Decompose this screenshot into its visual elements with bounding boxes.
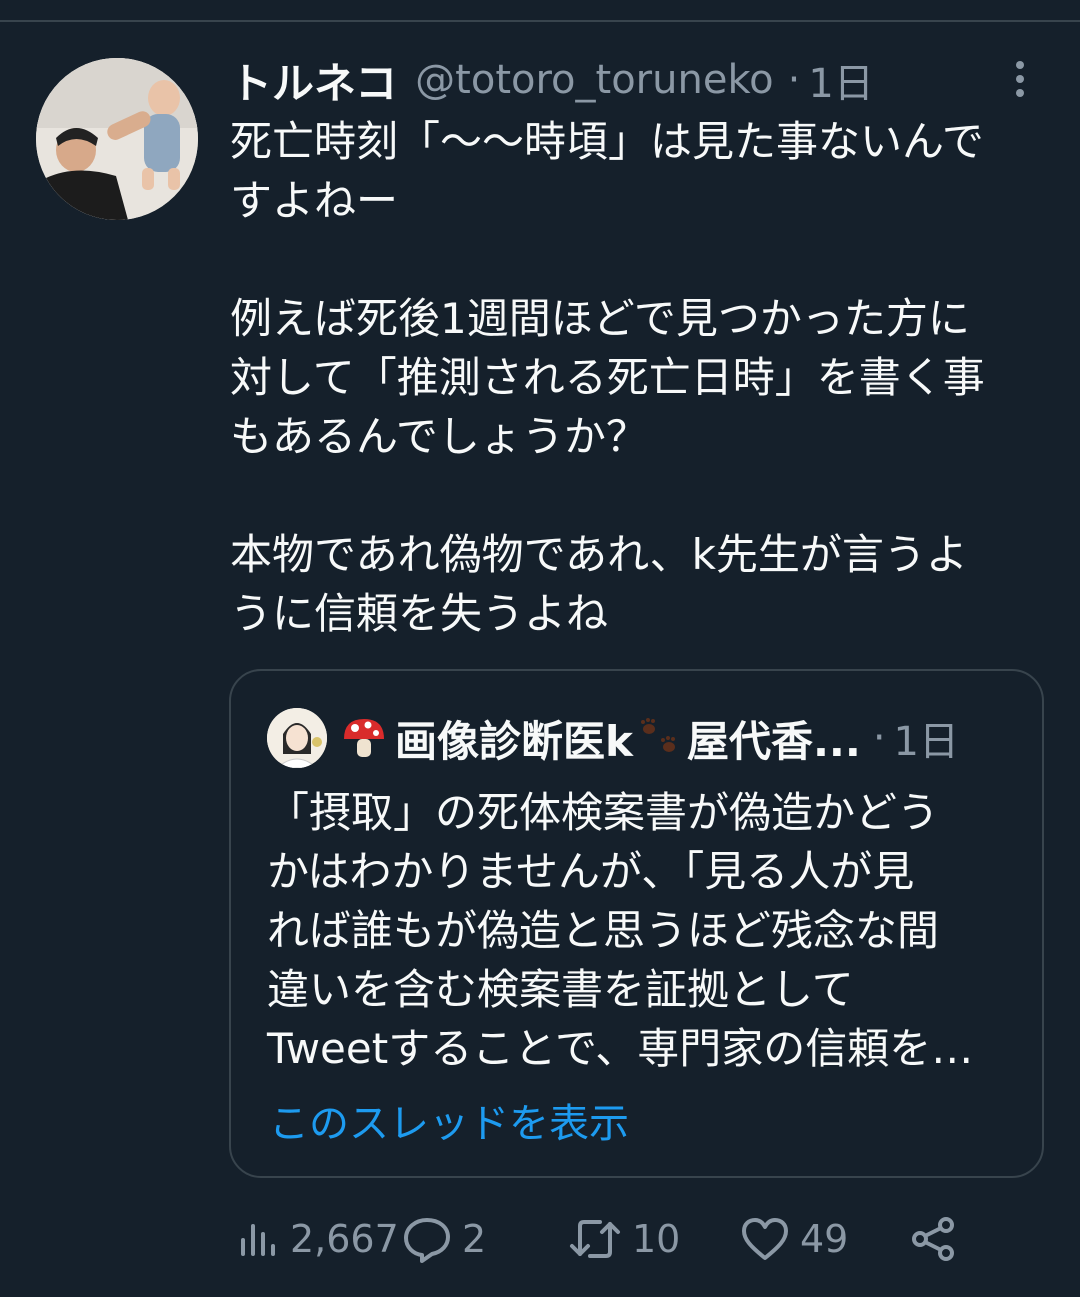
tweet-time[interactable]: 1日 [808, 51, 873, 109]
retweet-count: 10 [632, 1217, 681, 1261]
quote-text: 「摂取」の死体検案書が偽造かどう かはわかりませんが、「見る人が見 れば誰もが偽… [267, 788, 974, 1073]
quote-author-name[interactable]: 画像診断医k 屋代香... [341, 708, 861, 769]
retweet-icon [570, 1220, 620, 1258]
header-separator: · [787, 57, 801, 103]
reply-icon [404, 1218, 450, 1263]
share-icon [912, 1217, 954, 1261]
action-bar: 2,667 2 10 49 [0, 1208, 1080, 1270]
top-divider [0, 20, 1080, 22]
views-count: 2,667 [290, 1217, 399, 1261]
views-icon [241, 1224, 275, 1256]
tweet-header: トルネコ @totoro_toruneko · 1日 [230, 52, 874, 108]
author-handle[interactable]: @totoro_toruneko [415, 57, 773, 103]
tweet-text: 死亡時刻「〜〜時頃」は見た事ないんで すよねー 例えば死後1週間ほどで見つかった… [230, 117, 985, 638]
quote-separator: · [872, 715, 886, 761]
quote-author-name-text: 画像診断医k [395, 716, 633, 766]
retweet-button[interactable]: 10 [568, 1208, 680, 1270]
quote-author-name-suffix: 屋代香... [686, 716, 861, 766]
quote-time[interactable]: 1日 [894, 709, 959, 767]
quote-header: 画像診断医k 屋代香... · 1日 [267, 708, 959, 769]
author-name[interactable]: トルネコ [230, 50, 397, 111]
author-avatar[interactable] [36, 58, 198, 220]
views-button[interactable]: 2,667 [238, 1208, 399, 1270]
reply-count: 2 [462, 1217, 487, 1261]
paw-prints-icon [637, 715, 683, 761]
like-count: 49 [800, 1217, 849, 1261]
quote-author-avatar [267, 708, 327, 768]
share-button[interactable] [910, 1208, 958, 1270]
quoted-tweet[interactable]: 画像診断医k 屋代香... · 1日 「摂取」の死体検案書が偽造かどう かはわか… [229, 669, 1044, 1178]
reply-button[interactable]: 2 [402, 1208, 486, 1270]
show-thread-link[interactable]: このスレッドを表示 [269, 1091, 629, 1149]
like-button[interactable]: 49 [740, 1208, 848, 1270]
more-vertical-icon[interactable] [1008, 58, 1032, 98]
like-icon [742, 1218, 788, 1260]
mushroom-emoji-icon [341, 715, 387, 761]
